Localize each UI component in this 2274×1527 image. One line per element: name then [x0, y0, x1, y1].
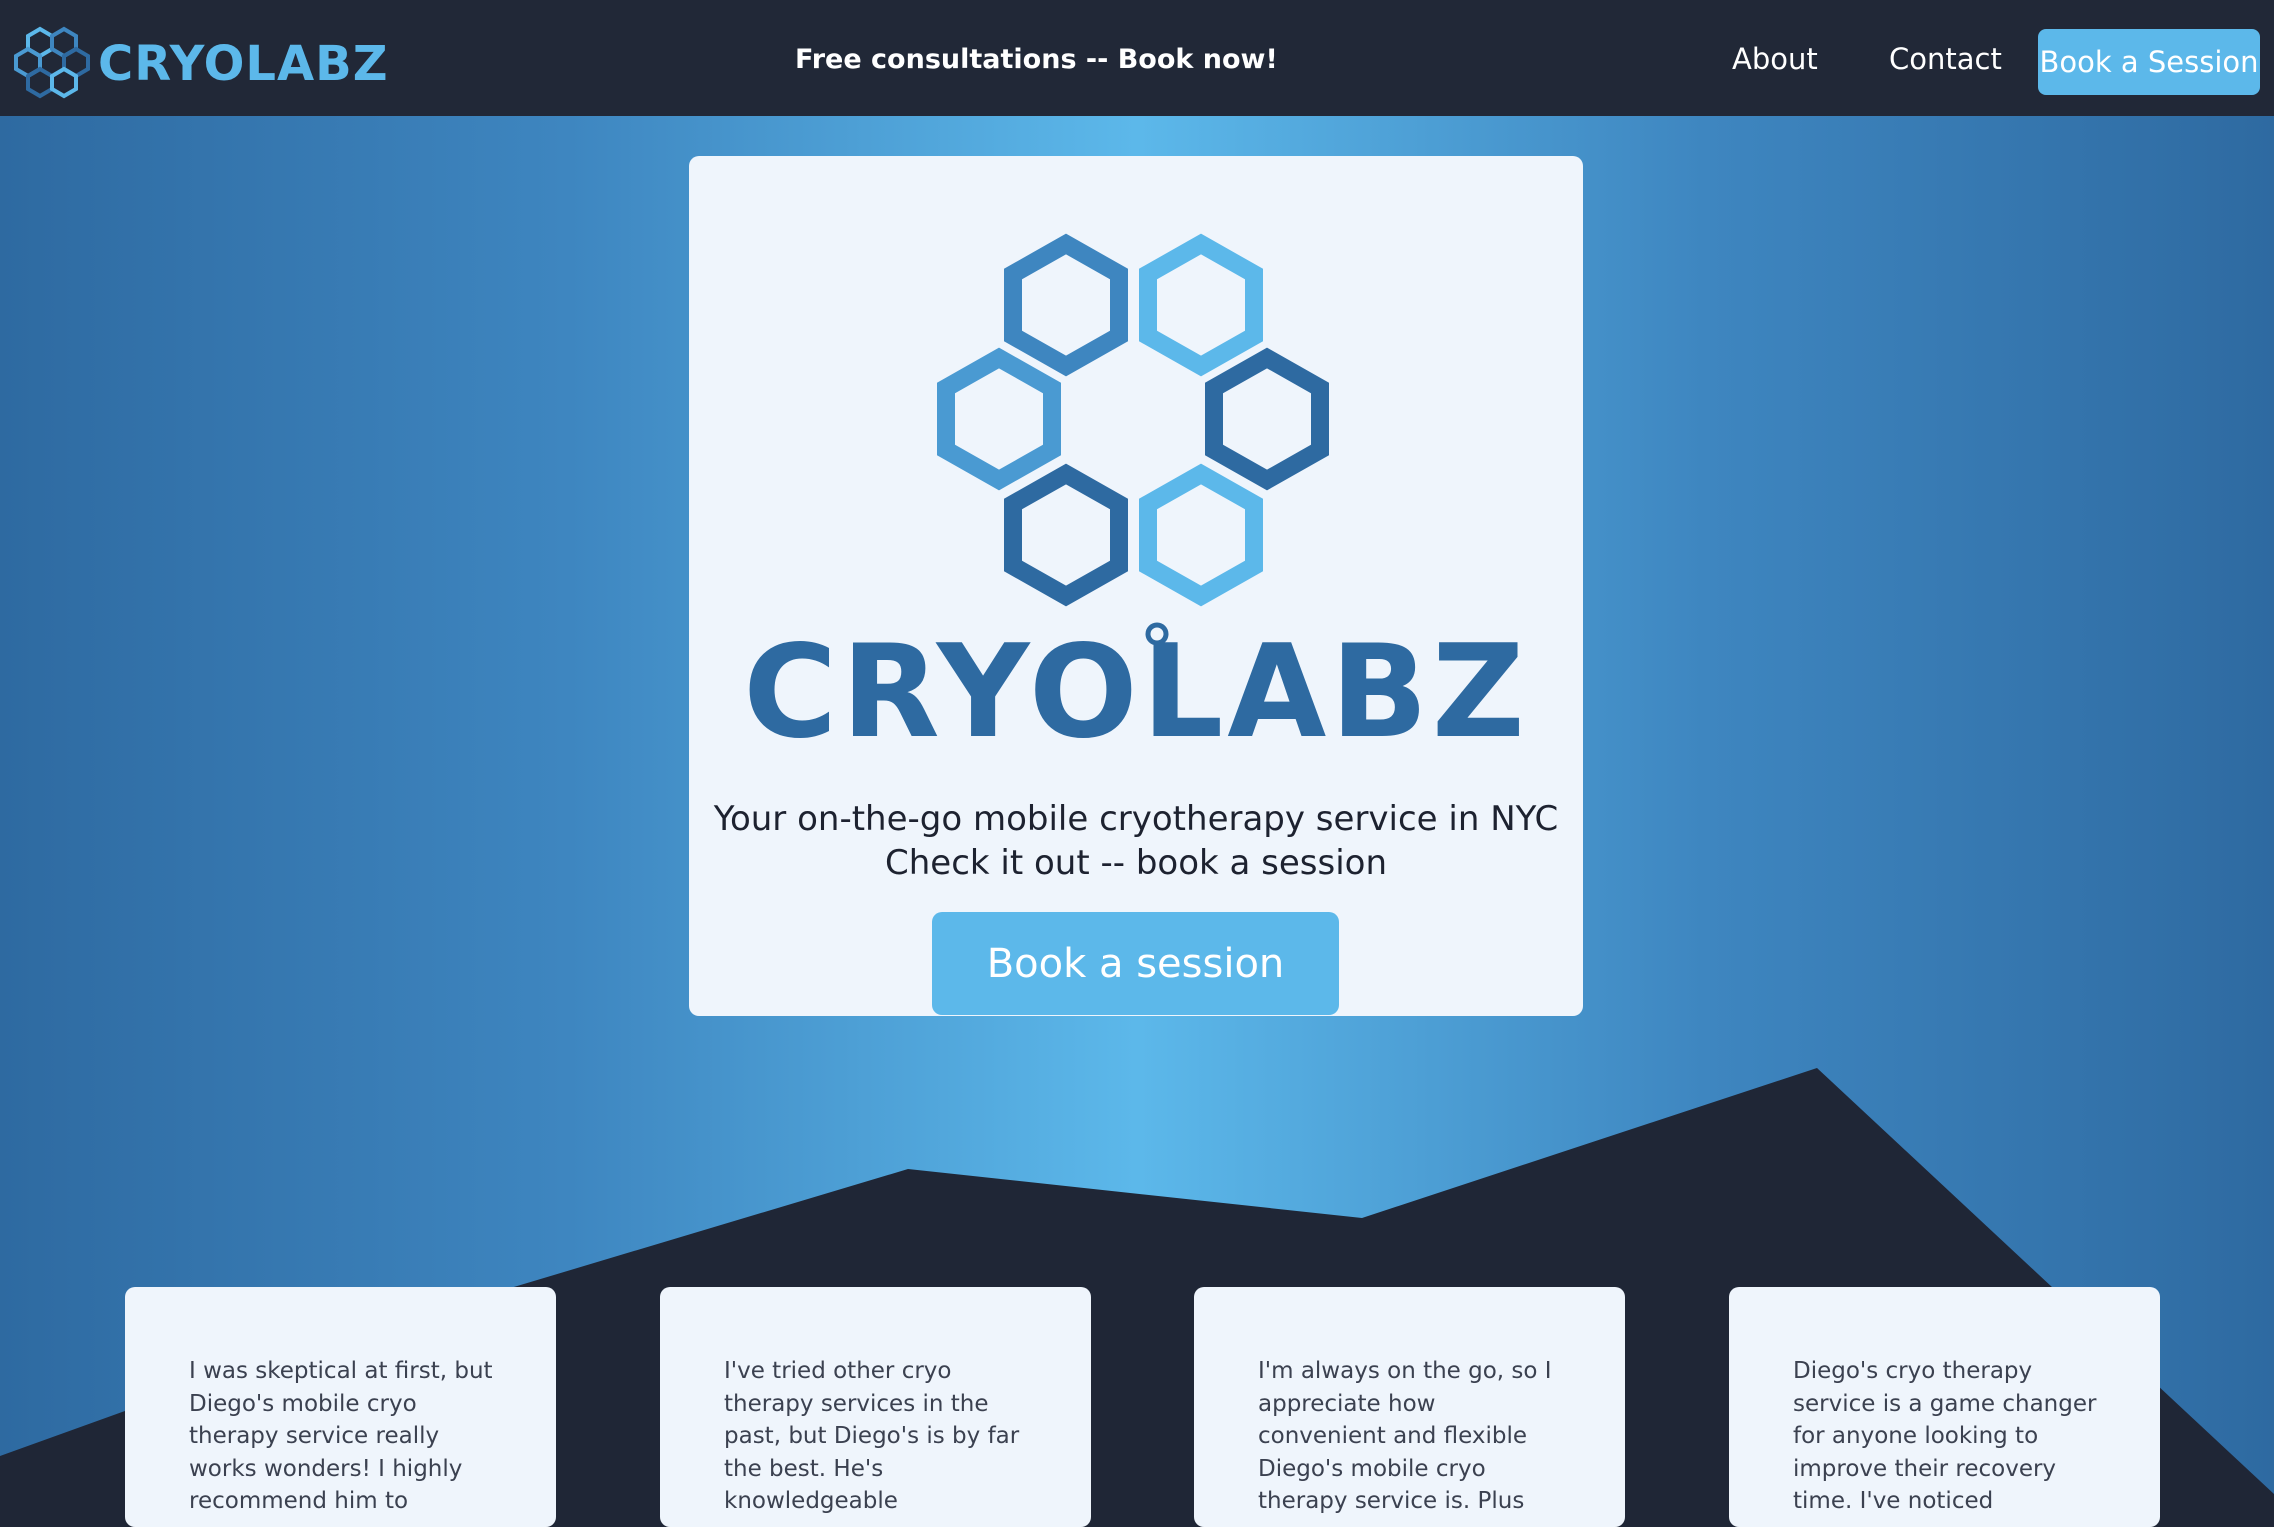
testimonial-text: I was skeptical at first, but Diego's mo… [189, 1358, 493, 1514]
testimonial-card: I was skeptical at first, but Diego's mo… [125, 1287, 556, 1527]
hero-tagline: Your on-the-go mobile cryotherapy servic… [713, 799, 1559, 839]
hero-card: CRYOLABZ Your on-the-go mobile cryothera… [689, 156, 1583, 1016]
testimonial-text: Diego's cryo therapy service is a game c… [1793, 1358, 2097, 1514]
brand-logo[interactable]: CRYOLABZ [12, 25, 389, 103]
promo-banner: Free consultations -- Book now! [795, 44, 1278, 75]
hero-subtagline: Check it out -- book a session [885, 843, 1387, 883]
hero-logo-wordmark: CRYOLABZ [743, 618, 1528, 756]
nav-link-contact[interactable]: Contact [1889, 42, 2002, 76]
testimonial-text: I'm always on the go, so I appreciate ho… [1258, 1358, 1552, 1514]
book-session-nav-button[interactable]: Book a Session [2038, 29, 2260, 95]
brand-wordmark: CRYOLABZ [98, 36, 389, 92]
testimonial-card: Diego's cryo therapy service is a game c… [1729, 1287, 2160, 1527]
top-nav: CRYOLABZ Free consultations -- Book now!… [0, 0, 2274, 116]
testimonial-card: I've tried other cryo therapy services i… [660, 1287, 1091, 1527]
cryolabz-logo: CRYOLABZ [743, 233, 1528, 756]
testimonial-card: I'm always on the go, so I appreciate ho… [1194, 1287, 1625, 1527]
book-session-hero-button[interactable]: Book a session [932, 912, 1339, 1015]
testimonial-text: I've tried other cryo therapy services i… [724, 1358, 1020, 1514]
nav-link-about[interactable]: About [1732, 42, 1818, 76]
hexagon-cluster-icon [14, 26, 90, 99]
